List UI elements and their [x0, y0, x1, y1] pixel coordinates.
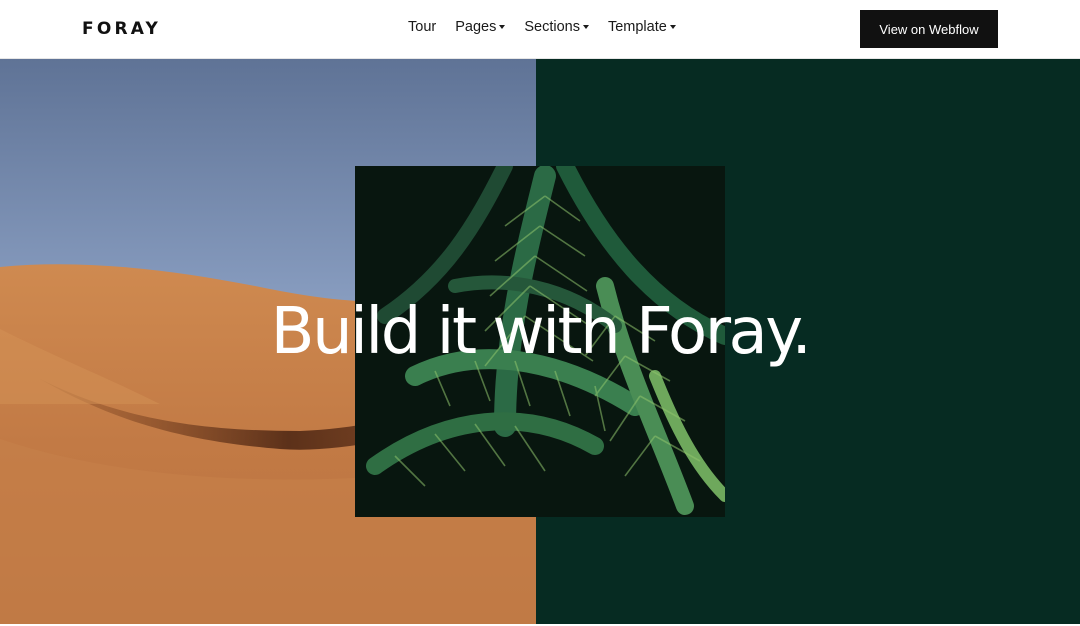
- view-on-webflow-button[interactable]: View on Webflow: [860, 10, 998, 48]
- nav-item-label: Tour: [408, 19, 437, 35]
- nav-item-template[interactable]: Template: [608, 19, 676, 35]
- hero-section: Build it with Foray.: [0, 59, 1080, 624]
- caret-down-icon: [582, 25, 589, 29]
- caret-down-icon: [669, 25, 676, 29]
- nav-item-label: Pages: [455, 19, 497, 35]
- nav-item-sections[interactable]: Sections: [524, 19, 589, 35]
- nav-item-tour[interactable]: Tour: [408, 19, 436, 35]
- nav-item-pages[interactable]: Pages: [455, 19, 506, 35]
- brand-logo[interactable]: FORAY: [82, 19, 161, 39]
- nav-item-label: Template: [607, 19, 667, 35]
- hero-headline: Build it with Foray.: [270, 295, 812, 369]
- nav-item-label: Sections: [524, 19, 580, 35]
- main-nav: Tour Pages Sections Template: [408, 19, 676, 35]
- top-navbar: FORAY Tour Pages Sections Template View …: [0, 0, 1080, 59]
- caret-down-icon: [499, 25, 506, 29]
